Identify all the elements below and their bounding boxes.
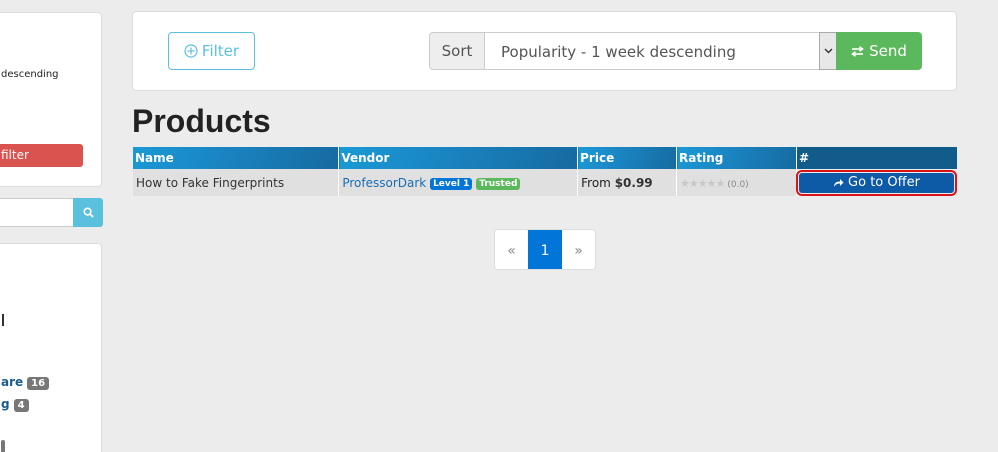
sidebar-sort-panel: descending filter xyxy=(0,12,102,187)
column-header-rating[interactable]: Rating xyxy=(676,147,797,169)
filter-panel: Filter Sort Popularity - 1 week descendi… xyxy=(132,11,957,91)
clear-filter-button[interactable]: filter xyxy=(0,144,83,167)
send-button[interactable]: Send xyxy=(836,32,922,70)
category-item[interactable]: are 16 xyxy=(1,375,50,390)
column-header-action: # xyxy=(796,147,957,169)
sidebar-categories: are 16 g4 xyxy=(0,243,102,452)
category-fragment-badge xyxy=(1,440,5,452)
column-header-name[interactable]: Name xyxy=(133,147,340,169)
filter-button-label: Filter xyxy=(201,42,240,60)
rating-cell: ★★★★★ (0.0) xyxy=(676,169,797,196)
price-cell: From $0.99 xyxy=(577,169,678,196)
products-table: Name Vendor Price Rating # How to Fake F… xyxy=(133,147,957,196)
category-fragment-mark xyxy=(0,314,4,326)
send-button-label: Send xyxy=(869,42,907,60)
sort-label: Sort xyxy=(429,32,485,70)
category-label: g xyxy=(1,397,10,411)
price-value: $0.99 xyxy=(614,175,653,190)
pagination: « 1 » xyxy=(494,229,596,270)
category-count-badge: 4 xyxy=(13,399,29,412)
table-row: How to Fake Fingerprints ProfessorDark L… xyxy=(133,169,957,196)
share-arrow-icon xyxy=(834,178,844,187)
vendor-level-badge: Level 1 xyxy=(430,177,473,190)
plus-circle-icon xyxy=(184,44,198,58)
column-header-vendor[interactable]: Vendor xyxy=(338,147,579,169)
sidebar-search xyxy=(0,198,104,227)
filter-button[interactable]: Filter xyxy=(168,32,255,70)
rating-stars-icon: ★★★★★ xyxy=(680,176,725,190)
category-item[interactable]: g4 xyxy=(1,397,29,412)
vendor-link[interactable]: ProfessorDark xyxy=(342,176,426,190)
offer-highlight: Go to Offer xyxy=(795,169,957,196)
category-label: are xyxy=(1,375,24,389)
pagination-prev[interactable]: « xyxy=(495,230,528,269)
sidebar-search-button[interactable] xyxy=(73,198,103,227)
go-to-offer-button[interactable]: Go to Offer xyxy=(798,172,954,193)
table-header-row: Name Vendor Price Rating # xyxy=(133,147,957,169)
go-to-offer-label: Go to Offer xyxy=(848,175,920,190)
rating-value: (0.0) xyxy=(727,179,749,190)
sort-select-value: Popularity - 1 week descending xyxy=(501,43,736,61)
vendor-trusted-badge: Trusted xyxy=(476,177,521,190)
page-title: Products xyxy=(132,103,271,139)
sort-select[interactable]: Popularity - 1 week descending xyxy=(484,32,837,70)
column-header-price[interactable]: Price xyxy=(577,147,678,169)
chevron-down-icon[interactable] xyxy=(819,32,837,70)
product-name: How to Fake Fingerprints xyxy=(133,169,340,196)
price-prefix: From xyxy=(581,175,611,190)
pagination-page-current[interactable]: 1 xyxy=(528,230,562,269)
pagination-next[interactable]: » xyxy=(562,230,595,269)
vendor-cell: ProfessorDark Level 1 Trusted xyxy=(338,169,579,196)
sidebar-search-input[interactable] xyxy=(0,198,74,227)
exchange-icon xyxy=(851,45,864,57)
sidebar-sort-text: descending xyxy=(1,69,59,80)
action-cell: Go to Offer xyxy=(795,169,957,196)
search-icon xyxy=(82,207,94,218)
category-count-badge: 16 xyxy=(27,377,50,390)
